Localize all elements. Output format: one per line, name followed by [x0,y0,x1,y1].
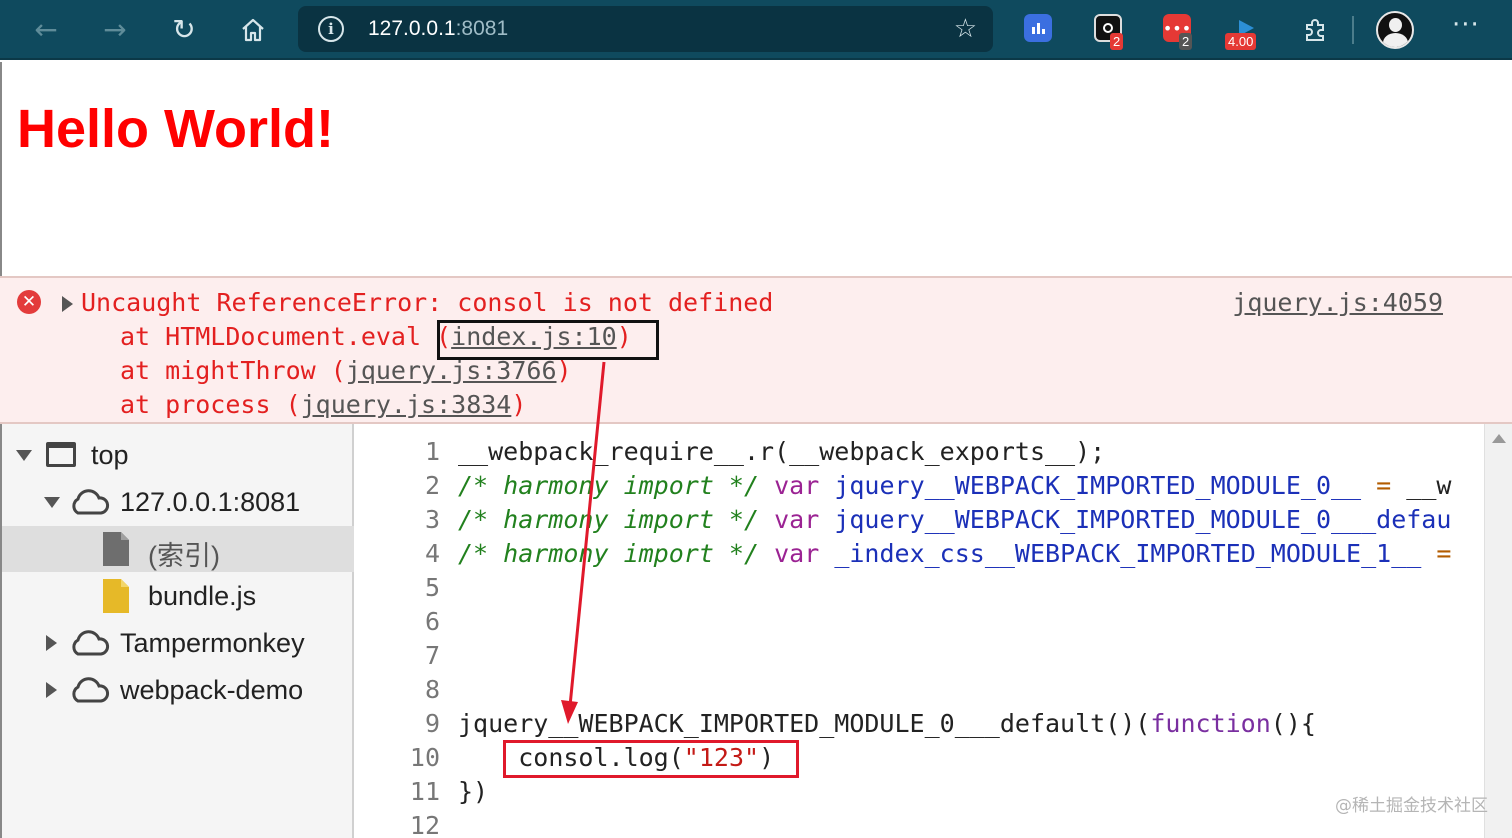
tree-item-label: (索引) [148,541,220,571]
toolbar-separator [1352,16,1354,44]
line-number[interactable]: 6 [356,605,440,639]
code-editor[interactable]: 1 2 3 4 5 6 7 8 9 10 11 12 __webpack_req… [356,424,1484,838]
tree-item-label: bundle.js [148,581,257,611]
tree-item-label: webpack-demo [120,675,304,705]
code-line-2: /* harmony import */ var jquery__WEBPACK… [458,471,1452,500]
page-viewport: Hello World! [0,62,1512,276]
tree-item-label: 127.0.0.1:8081 [120,487,301,517]
expand-triangle-icon[interactable] [46,682,57,698]
line-number[interactable]: 5 [356,571,440,605]
highlight-box-red [503,740,799,778]
back-arrow-icon[interactable]: ← [24,8,68,52]
file-tree: top 127.0.0.1:8081 (索引) bundle.js Tamper… [0,424,354,838]
error-text: Uncaught ReferenceError: consol is not d… [81,288,774,317]
site-info-icon[interactable]: i [318,16,344,42]
forward-arrow-icon[interactable]: → [93,8,137,52]
watermark: @稀土掘金技术社区 [1335,796,1488,816]
code-line-1: __webpack_require__.r(__webpack_exports_… [458,437,1106,466]
code-line-3: /* harmony import */ var jquery__WEBPACK… [458,505,1452,534]
error-icon: ✕ [17,290,41,314]
scroll-up-arrow-icon[interactable] [1492,434,1506,443]
profile-avatar[interactable] [1376,11,1414,49]
console-error-message: ✕ Uncaught ReferenceError: consol is not… [0,276,1512,424]
line-number[interactable]: 2 [356,469,440,503]
extensions-puzzle-icon[interactable] [1293,8,1337,52]
line-number[interactable]: 8 [356,673,440,707]
tree-item-label: Tampermonkey [120,628,305,658]
tree-item-webpack-demo[interactable]: webpack-demo [2,667,354,713]
line-number[interactable]: 9 [356,707,440,741]
url-port: :8081 [455,17,509,40]
tree-item-origin[interactable]: 127.0.0.1:8081 [2,479,354,525]
highlight-box-black [437,320,659,360]
stack-frame: at process (jquery.js:3834) [120,390,527,419]
vertical-scrollbar[interactable] [1484,424,1512,838]
js-file-icon [103,579,129,613]
code-line-11: }) [458,777,489,806]
line-number[interactable]: 12 [356,809,440,838]
code-line-9: jquery__WEBPACK_IMPORTED_MODULE_0___defa… [458,709,1316,738]
tree-item-label: top [91,440,129,470]
url-text[interactable]: 127.0.0.1:8081 [368,17,508,41]
tree-item-bundle[interactable]: bundle.js [2,573,354,619]
line-number[interactable]: 4 [356,537,440,571]
stack-frame: at mightThrow (jquery.js:3766) [120,356,572,385]
tree-item-top[interactable]: top [2,432,354,478]
code-line-4: /* harmony import */ var _index_css__WEB… [458,539,1452,568]
home-icon[interactable] [231,8,275,52]
speed-extension-badge: 4.00 [1225,33,1257,50]
sources-panel: top 127.0.0.1:8081 (索引) bundle.js Tamper… [0,424,1512,838]
collapse-triangle-icon[interactable] [16,450,32,461]
bar-chart-extension-icon[interactable] [1024,14,1052,42]
record-extension-badge: 2 [1110,33,1124,50]
add-favorite-star-icon[interactable]: ☆ [954,14,977,44]
tree-item-index[interactable]: (索引) [2,526,354,572]
collapse-triangle-icon[interactable] [44,497,60,508]
line-number[interactable]: 10 [356,741,440,775]
line-number[interactable]: 7 [356,639,440,673]
address-bar[interactable]: i 127.0.0.1:8081 ☆ [298,6,993,52]
cloud-icon [72,677,110,703]
error-source-link[interactable]: jquery.js:4059 [1232,288,1443,318]
url-host: 127.0.0.1 [368,17,456,40]
line-number[interactable]: 3 [356,503,440,537]
cloud-icon [72,489,110,515]
expand-triangle-icon[interactable] [46,635,57,651]
stack-link[interactable]: jquery.js:3766 [346,356,557,385]
file-icon [103,532,129,566]
reload-icon[interactable]: ↻ [162,8,206,52]
comment-extension-badge: 2 [1179,33,1193,50]
line-number[interactable]: 11 [356,775,440,809]
browser-toolbar: ← → ↻ i 127.0.0.1:8081 ☆ 2 ••• 2 4.00 ··… [0,0,1512,60]
page-heading: Hello World! [17,99,334,159]
line-number[interactable]: 1 [356,435,440,469]
stack-link[interactable]: jquery.js:3834 [301,390,512,419]
cloud-icon [72,630,110,656]
tree-item-tampermonkey[interactable]: Tampermonkey [2,620,354,666]
frame-icon [46,442,76,467]
expand-triangle-icon[interactable] [62,296,73,312]
more-menu-icon[interactable]: ··· [1452,10,1480,40]
